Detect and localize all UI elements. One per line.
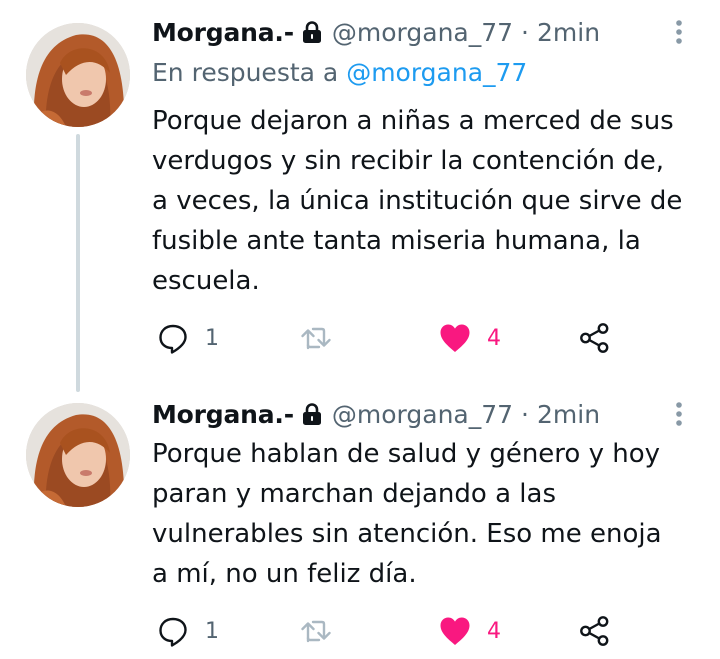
tweet-text: Porque dejaron a niñas a merced de sus v…	[152, 101, 712, 301]
heart-icon	[440, 324, 470, 352]
tweet-text-line: paran y marchan dejando a las	[152, 479, 556, 509]
share-button[interactable]	[579, 318, 611, 358]
tweet-header: Morgana.- @morgana_77 · 2min	[152, 14, 600, 50]
separator-dot: ·	[521, 17, 529, 47]
tweet-text: Porque hablan de salud y género y hoy pa…	[152, 434, 712, 594]
heart-icon	[440, 617, 470, 645]
reply-button[interactable]: 1	[157, 611, 219, 651]
tweet-text-line: escuela.	[152, 266, 260, 296]
tweet-text-line: vulnerables sin atención. Eso me enoja	[152, 519, 662, 549]
more-options-icon[interactable]	[666, 14, 692, 50]
share-button[interactable]	[579, 611, 611, 651]
avatar[interactable]	[26, 403, 130, 507]
user-handle[interactable]: @morgana_77	[332, 400, 513, 429]
tweet-header: Morgana.- @morgana_77 · 2min	[152, 396, 600, 432]
tweet-text-line: Porque hablan de salud y género y hoy	[152, 439, 661, 469]
separator-dot: ·	[521, 399, 529, 429]
retweet-icon	[301, 620, 331, 643]
reply-icon	[159, 617, 187, 647]
like-button[interactable]: 4	[439, 611, 501, 651]
replying-to-label: En respuesta a	[152, 58, 339, 87]
tweet-actions: 1 4	[0, 611, 720, 651]
reply-count: 1	[205, 618, 219, 644]
display-name[interactable]: Morgana.-	[152, 18, 294, 47]
reply-button[interactable]: 1	[157, 318, 219, 358]
tweet-actions: 1 4	[0, 318, 720, 358]
tweet-text-line: Porque dejaron a niñas a merced de sus	[152, 106, 674, 136]
timestamp[interactable]: 2min	[537, 18, 600, 47]
like-count: 4	[487, 618, 501, 644]
retweet-button[interactable]	[299, 611, 333, 651]
tweet-text-line: a veces, la única institución que sirve …	[152, 186, 683, 216]
avatar[interactable]	[26, 23, 130, 127]
replying-to: En respuesta a @morgana_77	[152, 58, 527, 87]
replying-to-handle-link[interactable]: @morgana_77	[346, 58, 527, 87]
tweet-text-line: a mí, no un feliz día.	[152, 559, 417, 589]
user-handle[interactable]: @morgana_77	[332, 18, 513, 47]
share-icon	[580, 616, 609, 646]
reply-icon	[159, 324, 187, 354]
retweet-icon	[301, 327, 331, 350]
more-options-icon[interactable]	[666, 396, 692, 432]
like-count: 4	[487, 325, 501, 351]
display-name[interactable]: Morgana.-	[152, 400, 294, 429]
tweet-1[interactable]: Morgana.- @morgana_77 · 2min En respuest…	[0, 0, 720, 380]
tweet-2[interactable]: Morgana.- @morgana_77 · 2min Porque habl…	[0, 380, 720, 659]
reply-count: 1	[205, 325, 219, 351]
share-icon	[580, 323, 609, 353]
lock-icon	[301, 402, 323, 426]
tweet-text-line: verdugos y sin recibir la contención de,	[152, 146, 665, 176]
lock-icon	[301, 20, 323, 44]
timestamp[interactable]: 2min	[537, 400, 600, 429]
tweet-text-line: fusible ante tanta miseria humana, la	[152, 226, 641, 256]
like-button[interactable]: 4	[439, 318, 501, 358]
retweet-button[interactable]	[299, 318, 333, 358]
